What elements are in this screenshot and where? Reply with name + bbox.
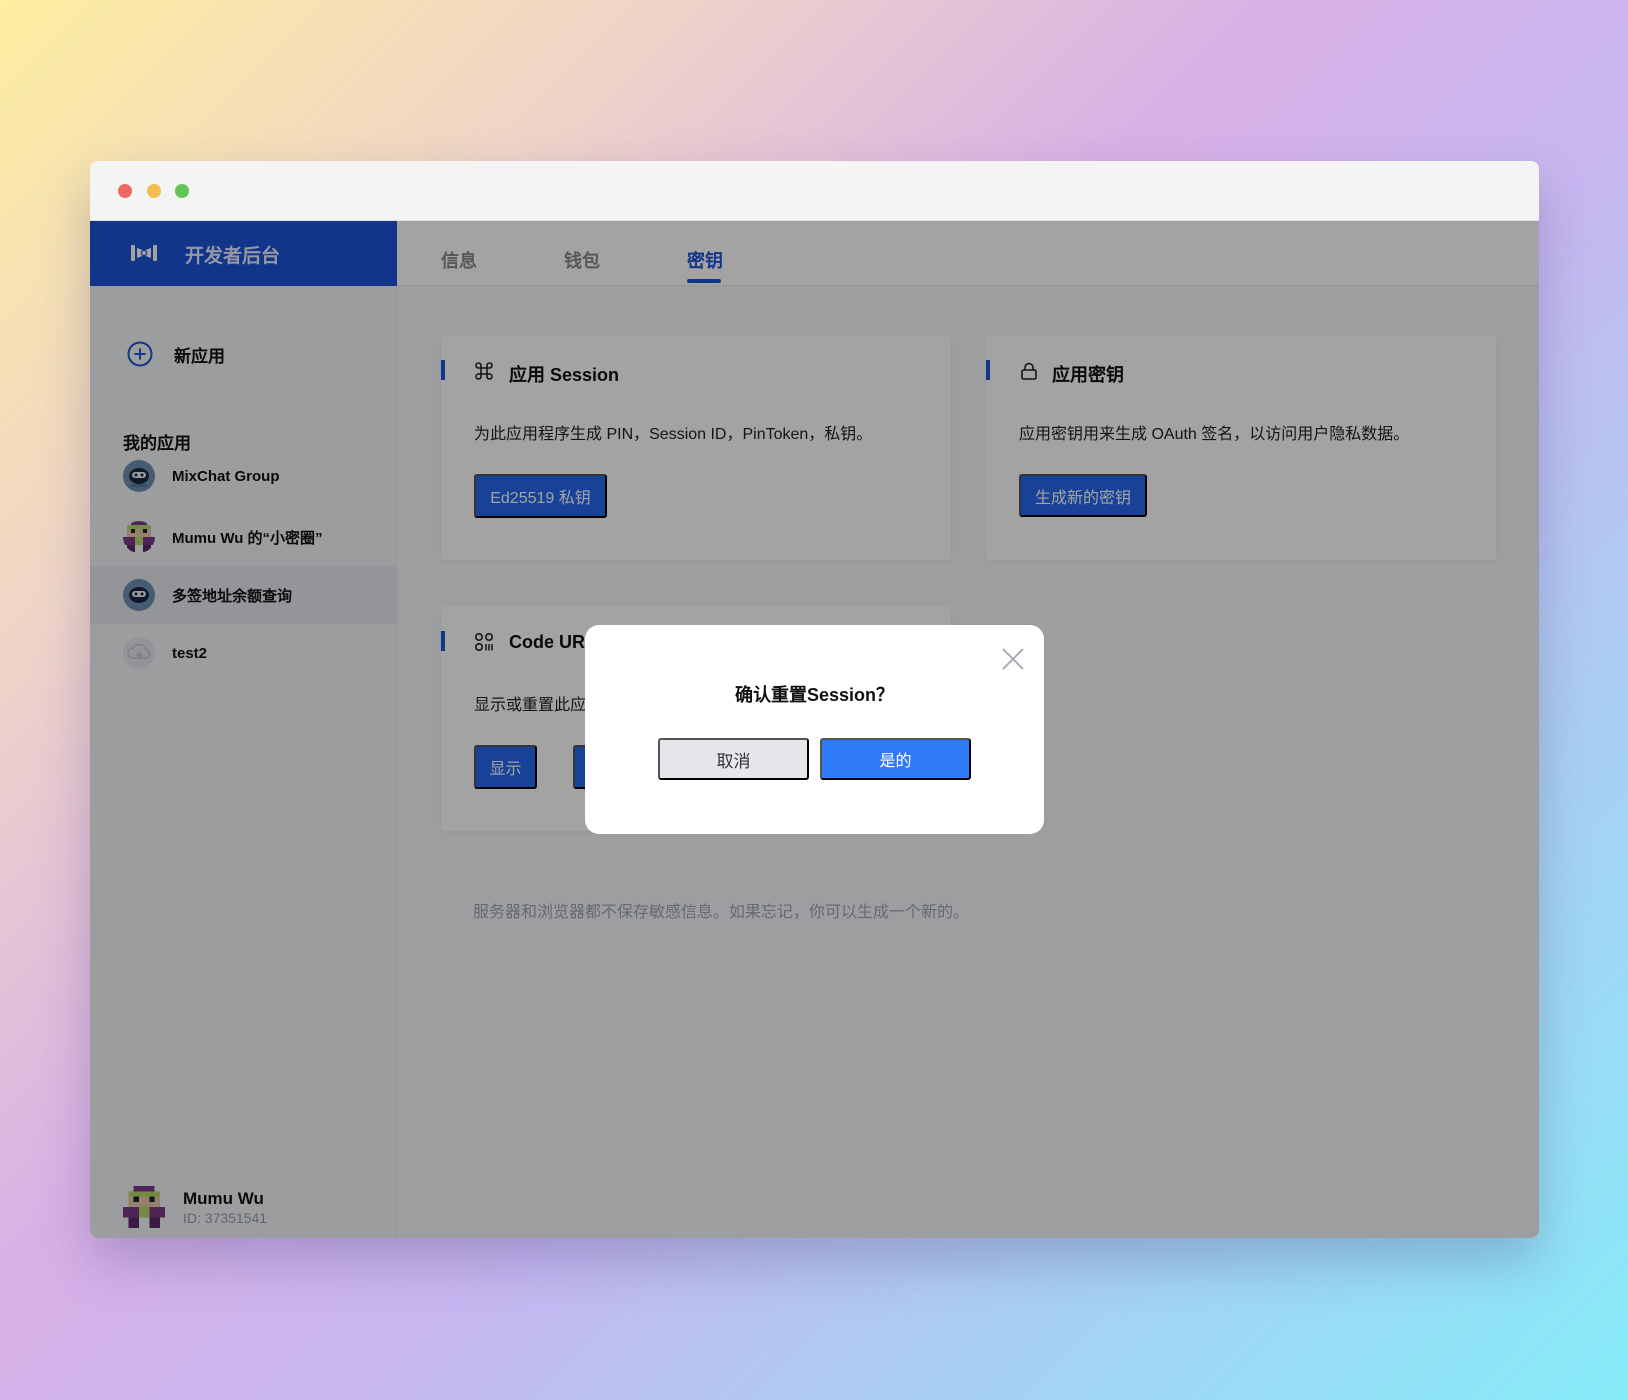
close-icon[interactable] (999, 645, 1027, 673)
dialog-title: 确认重置Session？ (734, 685, 895, 705)
close-window-button[interactable] (118, 184, 132, 198)
minimize-window-button[interactable] (147, 184, 161, 198)
confirm-button[interactable]: 是的 (820, 738, 971, 780)
maximize-window-button[interactable] (175, 184, 189, 198)
confirm-dialog: 确认重置Session？ 取消 是的 (585, 625, 1044, 834)
cancel-button[interactable]: 取消 (658, 738, 809, 780)
title-bar (90, 161, 1539, 221)
